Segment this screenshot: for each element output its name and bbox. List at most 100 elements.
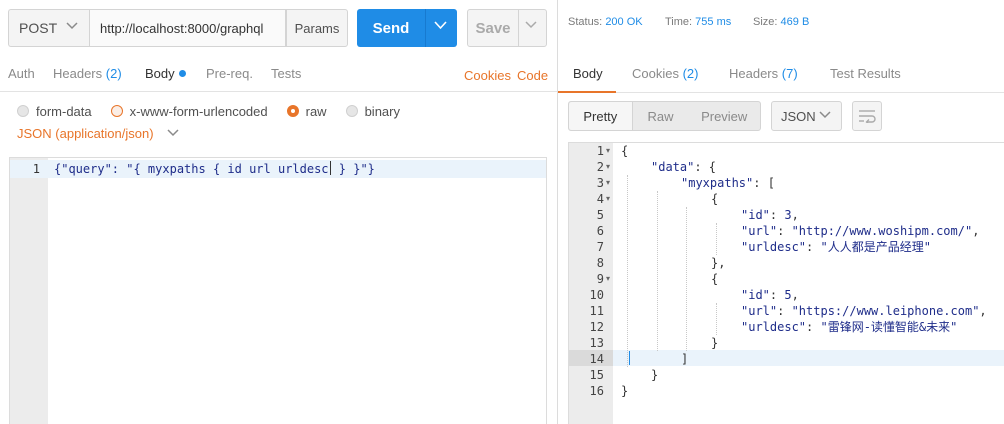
line-number: 14 xyxy=(589,352,604,366)
code-line: } xyxy=(621,383,628,399)
json-punctuation: : xyxy=(777,304,792,318)
indent-guide xyxy=(686,207,687,351)
line-number: 15 xyxy=(589,368,604,382)
tab-auth[interactable]: Auth xyxy=(8,66,35,81)
json-punctuation: } xyxy=(651,368,659,382)
fold-toggle-icon[interactable]: ▾ xyxy=(606,175,610,191)
send-button[interactable]: Send xyxy=(357,9,457,47)
body-type-label: binary xyxy=(364,103,400,119)
status-readout: Status: 200 OK xyxy=(568,16,643,28)
json-key: "id" xyxy=(741,288,770,302)
json-punctuation: : xyxy=(769,288,785,302)
response-tab-headers[interactable]: Headers (7) xyxy=(729,66,798,81)
fold-toggle-icon[interactable]: ▾ xyxy=(606,271,610,287)
chevron-down-icon[interactable] xyxy=(434,21,447,30)
line-number: 2 xyxy=(596,160,604,174)
response-tab-label: Cookies xyxy=(632,66,679,81)
json-punctuation: : xyxy=(769,208,785,222)
code-link[interactable]: Code xyxy=(517,68,548,83)
response-tab-count: (7) xyxy=(781,66,798,81)
json-punctuation: : xyxy=(806,320,821,334)
response-body-viewer[interactable]: 1 ▾ 2 ▾ 3 ▾ 4 ▾ 5 6 7 8 9 ▾ 10 11 12 13 14 15 16{"data": {"m… xyxy=(568,142,1004,424)
line-number: 7 xyxy=(596,240,604,254)
time-value: 755 ms xyxy=(695,16,732,28)
indent-guide xyxy=(716,223,717,255)
tab-pre-request[interactable]: Pre-req. xyxy=(206,66,253,81)
json-punctuation: : xyxy=(806,240,821,254)
line-number: 10 xyxy=(589,288,604,302)
tab-headers-count: (2) xyxy=(105,66,122,81)
line-number: 5 xyxy=(596,208,604,222)
view-pretty-button[interactable]: Pretty xyxy=(569,102,633,130)
body-type-label: raw xyxy=(305,103,327,119)
tab-headers[interactable]: Headers (2) xyxy=(53,66,122,81)
send-label: Send xyxy=(372,19,410,37)
tab-headers-label: Headers xyxy=(53,66,103,81)
tabs-divider xyxy=(0,91,557,92)
fold-toggle-icon[interactable]: ▾ xyxy=(606,143,610,159)
json-punctuation: , xyxy=(791,288,799,302)
json-key: "myxpaths" xyxy=(681,176,754,190)
json-key: "id" xyxy=(741,208,770,222)
json-key: "data" xyxy=(651,160,695,174)
json-punctuation: { xyxy=(711,272,719,286)
view-preview-button[interactable]: Preview xyxy=(688,102,760,130)
wrap-lines-button[interactable] xyxy=(852,101,882,131)
params-button[interactable]: Params xyxy=(286,9,348,47)
line-number: 4 xyxy=(596,192,604,206)
json-value: 5 xyxy=(784,288,792,302)
code-line: { xyxy=(711,191,718,207)
format-select[interactable]: JSON xyxy=(771,101,842,131)
indent-guide xyxy=(716,303,717,335)
content-type-select[interactable]: JSON (application/json) xyxy=(17,126,179,141)
response-tab-test-results[interactable]: Test Results xyxy=(830,66,901,81)
view-mode-group: Pretty Raw Preview xyxy=(568,101,761,131)
json-punctuation: , xyxy=(979,304,987,318)
response-tab-label: Test Results xyxy=(830,66,901,81)
line-number: 9 xyxy=(596,272,604,286)
cookies-link[interactable]: Cookies xyxy=(464,68,511,83)
time-readout: Time: 755 ms xyxy=(665,16,731,28)
save-button[interactable]: Save xyxy=(467,9,547,47)
json-punctuation: ] xyxy=(681,352,689,366)
size-label: Size: xyxy=(753,16,778,28)
body-type-binary[interactable]: binary xyxy=(345,103,400,119)
json-key: "urldesc" xyxy=(741,320,807,334)
body-type-urlencoded[interactable]: x-www-form-urlencoded xyxy=(110,104,268,119)
status-label: Status: xyxy=(568,16,603,28)
chevron-down-icon xyxy=(167,129,179,137)
text-caret xyxy=(629,351,630,365)
json-value: "http://www.woshipm.com/" xyxy=(791,224,973,238)
response-tab-label: Headers xyxy=(729,66,779,81)
code-line: "id": 5, xyxy=(741,287,799,303)
request-panel: POST http://localhost:8000/graphql Param… xyxy=(0,0,557,424)
method-select[interactable]: POST xyxy=(8,9,90,47)
chevron-down-icon[interactable] xyxy=(525,21,537,29)
json-punctuation: { xyxy=(621,144,629,158)
body-type-form-data[interactable]: form-data xyxy=(17,104,92,119)
view-raw-button[interactable]: Raw xyxy=(633,102,689,130)
size-value: 469 B xyxy=(780,16,810,28)
response-tab-body[interactable]: Body xyxy=(573,66,603,81)
fold-toggle-icon[interactable]: ▾ xyxy=(606,191,610,207)
line-number: 11 xyxy=(589,304,604,318)
tab-tests[interactable]: Tests xyxy=(271,66,301,81)
fold-toggle-icon[interactable]: ▾ xyxy=(606,159,610,175)
send-divider xyxy=(425,9,426,47)
line-number: 6 xyxy=(596,224,604,238)
body-type-group: form-data x-www-form-urlencoded raw bina… xyxy=(17,103,419,119)
request-body-editor[interactable]: 1 {"query": "{ myxpaths { id url urldesc… xyxy=(9,157,547,424)
json-punctuation: } xyxy=(621,384,629,398)
json-punctuation: , xyxy=(791,208,799,222)
panel-divider[interactable] xyxy=(557,0,558,424)
code-line: { xyxy=(621,143,628,159)
indent-guide xyxy=(657,191,658,351)
json-value: "人人都是产品经理" xyxy=(820,240,931,254)
url-input[interactable]: http://localhost:8000/graphql xyxy=(89,9,286,47)
tab-body[interactable]: Body xyxy=(145,66,186,81)
response-tabs-divider xyxy=(558,92,1004,93)
tab-body-label: Body xyxy=(145,66,175,81)
response-tab-cookies[interactable]: Cookies (2) xyxy=(632,66,698,81)
code-line: } xyxy=(651,367,658,383)
body-type-raw[interactable]: raw xyxy=(286,103,327,119)
